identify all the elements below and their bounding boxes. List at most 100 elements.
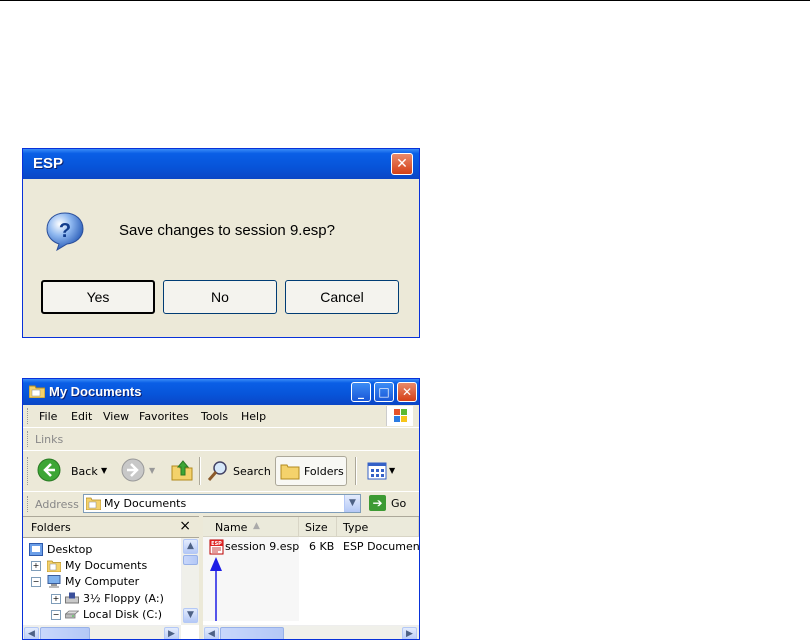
go-label: Go <box>391 497 407 510</box>
column-size-label: Size <box>305 521 328 534</box>
address-grip <box>27 496 30 512</box>
up-folder-button[interactable] <box>169 456 195 486</box>
folders-button[interactable]: Folders <box>275 456 347 486</box>
back-button[interactable]: Back ▼ <box>35 456 109 486</box>
views-icon <box>367 462 387 480</box>
no-button[interactable]: No <box>163 280 277 314</box>
forward-button[interactable]: ▼ <box>119 456 161 486</box>
esp-save-dialog: ESP ✕ ? Save changes to session 9.esp? Y… <box>22 148 420 338</box>
address-label: Address <box>35 498 79 511</box>
window-titlebar[interactable]: My Documents _ □ ✕ <box>23 379 419 405</box>
links-label[interactable]: Links <box>35 433 63 446</box>
folders-pane-close-icon[interactable]: × <box>179 518 191 534</box>
scroll-down-icon[interactable]: ▼ <box>183 608 198 623</box>
address-dropdown-icon[interactable]: ▼ <box>344 495 360 512</box>
address-input[interactable]: My Documents ▼ <box>83 494 361 513</box>
my-documents-window: My Documents _ □ ✕ File Edit View Favori… <box>22 378 420 640</box>
minimize-button[interactable]: _ <box>351 382 371 402</box>
svg-text:ESP: ESP <box>211 541 222 547</box>
file-row[interactable]: ESP session 9.esp 6 KB ESP Document <box>207 539 420 555</box>
search-label: Search <box>233 465 271 478</box>
annotation-arrow-icon <box>210 557 222 621</box>
files-hscroll-thumb[interactable] <box>220 627 284 639</box>
folders-vertical-scrollbar[interactable]: ▲ ▼ <box>181 538 199 625</box>
file-type: ESP Document <box>343 540 420 553</box>
expand-floppy-icon[interactable]: + <box>51 594 61 604</box>
hscroll-thumb[interactable] <box>40 627 90 639</box>
scroll-right-icon[interactable]: ▶ <box>164 627 179 639</box>
hard-drive-icon <box>65 610 79 619</box>
column-header-name[interactable]: Name ▲ <box>203 517 299 537</box>
views-dropdown-icon: ▼ <box>389 466 396 475</box>
toolbar-separator <box>199 457 201 485</box>
up-folder-icon <box>171 460 193 481</box>
my-documents-folder-icon <box>86 497 101 510</box>
forward-dropdown-icon: ▼ <box>149 466 156 475</box>
tree-label-desktop: Desktop <box>47 543 93 556</box>
menu-bar: File Edit View Favorites Tools Help <box>23 405 419 428</box>
collapse-my-computer-icon[interactable]: − <box>31 577 41 587</box>
address-bar: Address My Documents ▼ ➔ Go <box>23 492 419 516</box>
links-bar: Links <box>23 428 419 451</box>
esp-file-icon: ESP <box>209 539 224 555</box>
file-list-pane: Name ▲ Size Type ESP session 9.esp 6 KB … <box>203 516 420 639</box>
column-name-label: Name <box>215 521 248 534</box>
tree-label-local-disk: Local Disk (C:) <box>83 608 163 621</box>
window-title: My Documents <box>49 384 142 399</box>
search-button[interactable]: Search <box>207 456 271 486</box>
dialog-close-button[interactable]: ✕ <box>391 153 413 175</box>
page-top-rule <box>0 0 810 1</box>
question-icon: ? <box>46 212 84 251</box>
back-label: Back <box>71 465 98 478</box>
dialog-title: ESP <box>33 155 64 172</box>
scroll-left-icon[interactable]: ◀ <box>24 627 39 639</box>
tree-label-my-computer: My Computer <box>65 575 140 588</box>
dialog-message: Save changes to session 9.esp? <box>119 222 335 239</box>
scroll-right-icon[interactable]: ▶ <box>402 627 417 639</box>
menu-view[interactable]: View <box>103 410 129 423</box>
folder-icon <box>29 385 45 398</box>
file-size: 6 KB <box>309 540 335 553</box>
files-horizontal-scrollbar[interactable]: ◀ ▶ <box>203 625 419 639</box>
sort-ascending-icon: ▲ <box>253 521 260 531</box>
standard-toolbar: Back ▼ ▼ Search Folders ▼ <box>23 451 419 492</box>
menu-file[interactable]: File <box>39 410 57 423</box>
folders-pane: Folders × Desktop + My Documents − My Co… <box>23 516 199 639</box>
cancel-button[interactable]: Cancel <box>285 280 399 314</box>
menu-help[interactable]: Help <box>241 410 266 423</box>
expand-my-documents-icon[interactable]: + <box>31 561 41 571</box>
column-header-size[interactable]: Size <box>299 517 337 537</box>
scroll-thumb[interactable] <box>183 555 198 565</box>
column-type-label: Type <box>343 521 369 534</box>
menu-tools[interactable]: Tools <box>201 410 228 423</box>
collapse-local-disk-icon[interactable]: − <box>51 610 61 620</box>
svg-text:?: ? <box>59 220 71 242</box>
floppy-drive-icon <box>65 592 79 604</box>
forward-arrow-icon <box>121 458 145 482</box>
folders-icon <box>280 464 300 480</box>
windows-logo-icon <box>386 406 413 426</box>
folders-pane-title: Folders <box>31 521 71 534</box>
scroll-left-icon[interactable]: ◀ <box>204 627 219 639</box>
folders-pane-header: Folders × <box>23 517 199 538</box>
window-close-button[interactable]: ✕ <box>397 382 417 402</box>
tree-label-floppy: 3½ Floppy (A:) <box>83 592 164 605</box>
file-name: session 9.esp <box>225 540 300 553</box>
scroll-up-icon[interactable]: ▲ <box>183 539 198 554</box>
views-button[interactable]: ▼ <box>365 456 399 486</box>
toolbar-grip <box>27 457 30 485</box>
yes-button[interactable]: Yes <box>41 280 155 314</box>
menu-edit[interactable]: Edit <box>71 410 92 423</box>
menu-favorites[interactable]: Favorites <box>139 410 189 423</box>
tree-label-my-documents: My Documents <box>65 559 148 572</box>
search-icon <box>207 461 227 481</box>
address-value: My Documents <box>104 497 187 510</box>
maximize-button[interactable]: □ <box>374 382 394 402</box>
folders-horizontal-scrollbar[interactable]: ◀ ▶ <box>23 625 181 639</box>
menu-grip <box>27 408 30 424</box>
dialog-titlebar[interactable]: ESP ✕ <box>23 149 419 179</box>
my-computer-icon <box>47 575 61 588</box>
back-dropdown-icon[interactable]: ▼ <box>101 466 107 475</box>
column-header-type[interactable]: Type <box>337 517 419 537</box>
my-documents-folder-icon <box>47 560 61 572</box>
